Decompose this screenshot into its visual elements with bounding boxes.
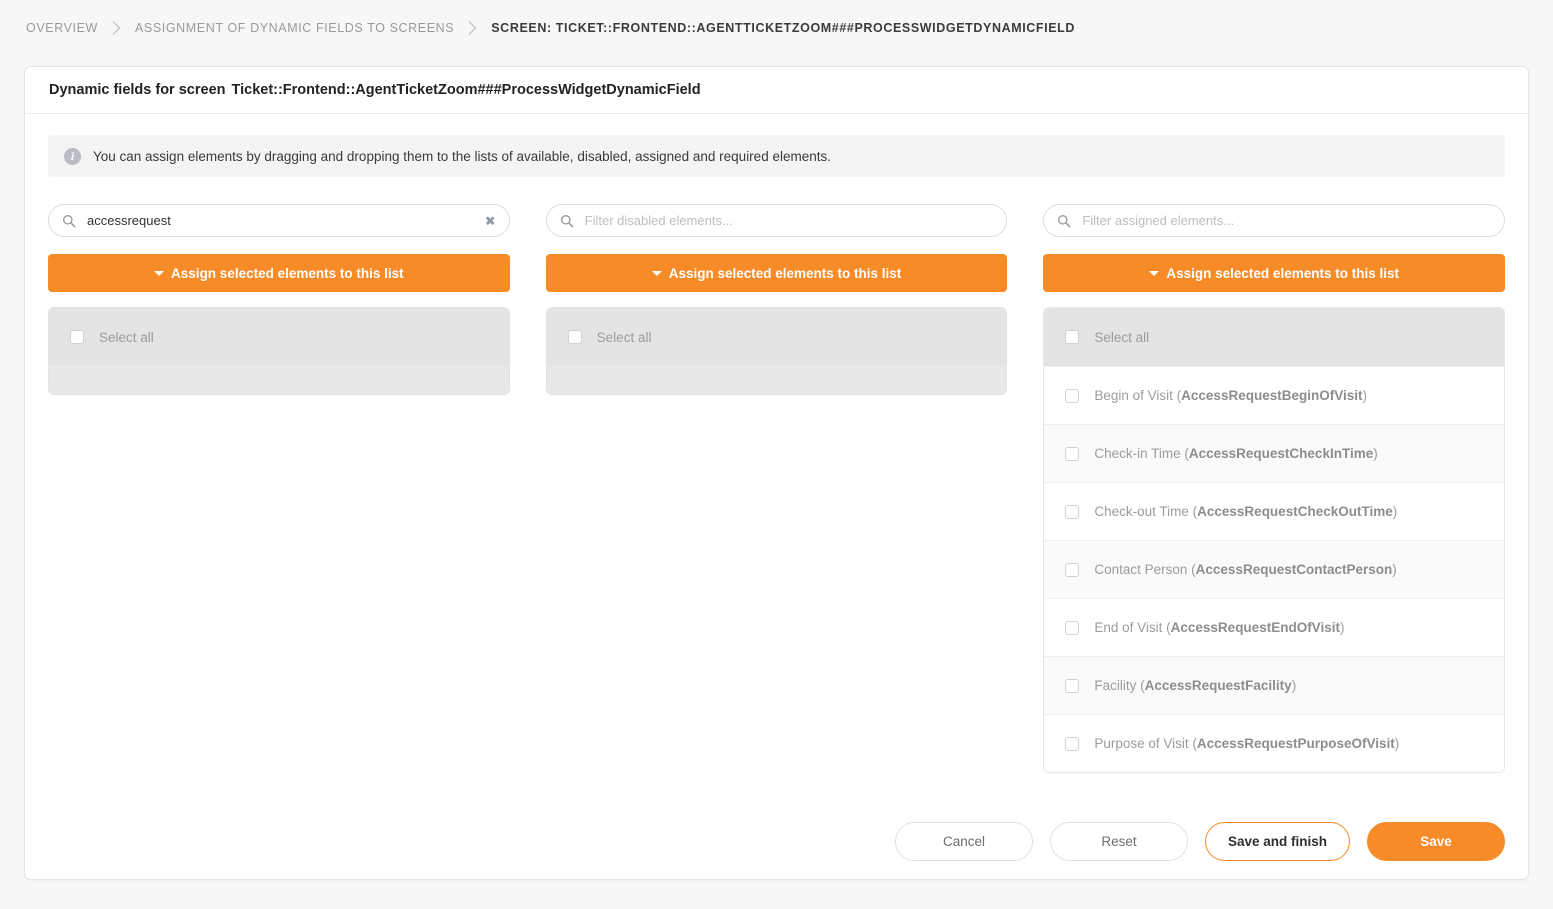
- select-all-checkbox-assigned[interactable]: [1065, 330, 1079, 344]
- list-item-checkbox[interactable]: [1065, 505, 1079, 519]
- list-panel-available: Select all: [48, 307, 510, 395]
- caret-down-icon: [1149, 271, 1159, 276]
- breadcrumb: Overview Assignment of Dynamic Fields to …: [0, 0, 1553, 56]
- card-header: Dynamic fields for screen Ticket::Fronte…: [25, 67, 1528, 114]
- list-item-field-name: AccessRequestCheckOutTime: [1197, 504, 1393, 519]
- list-item-field-name: AccessRequestContactPerson: [1196, 562, 1393, 577]
- empty-list-body-available[interactable]: [49, 366, 509, 394]
- card-header-prefix: Dynamic fields for screen: [49, 82, 226, 98]
- list-item-label: End of Visit (AccessRequestEndOfVisit): [1094, 620, 1344, 635]
- list-panel-assigned: Select all Begin of Visit (AccessRequestB…: [1043, 307, 1505, 773]
- list-item[interactable]: Contact Person (AccessRequestContactPers…: [1044, 540, 1504, 598]
- info-circle-icon: i: [64, 148, 81, 165]
- list-item[interactable]: End of Visit (AccessRequestEndOfVisit): [1044, 598, 1504, 656]
- list-item[interactable]: Check-in Time (AccessRequestCheckInTime): [1044, 424, 1504, 482]
- column-disabled: Assign selected elements to this list Sel…: [546, 204, 1008, 773]
- caret-down-icon: [154, 271, 164, 276]
- list-item-field-name: AccessRequestPurposeOfVisit: [1197, 736, 1395, 751]
- assign-button-label: Assign selected elements to this list: [171, 266, 404, 281]
- reset-button[interactable]: Reset: [1050, 822, 1188, 861]
- info-banner: i You can assign elements by dragging an…: [48, 135, 1505, 177]
- breadcrumb-item-2[interactable]: Assignment of Dynamic Fields to Screens: [135, 21, 454, 35]
- column-available: ✖ Assign selected elements to this list Se…: [48, 204, 510, 773]
- chevron-right-icon: [468, 21, 477, 35]
- breadcrumb-item-1[interactable]: Overview: [26, 21, 98, 35]
- assign-button-label: Assign selected elements to this list: [1166, 266, 1399, 281]
- list-item-title: Purpose of Visit: [1094, 736, 1192, 751]
- list-item-title: Begin of Visit: [1094, 388, 1176, 403]
- select-all-row-assigned[interactable]: Select all: [1044, 308, 1504, 366]
- list-item-checkbox[interactable]: [1065, 679, 1079, 693]
- list-item-field-name: AccessRequestFacility: [1145, 678, 1292, 693]
- list-item[interactable]: Facility (AccessRequestFacility): [1044, 656, 1504, 714]
- list-item-label: Facility (AccessRequestFacility): [1094, 678, 1296, 693]
- select-all-checkbox-disabled[interactable]: [568, 330, 582, 344]
- cancel-button[interactable]: Cancel: [895, 822, 1033, 861]
- list-item-title: Contact Person: [1094, 562, 1191, 577]
- filter-input-disabled[interactable]: [546, 204, 1008, 237]
- list-item-checkbox[interactable]: [1065, 447, 1079, 461]
- list-item-field-name: AccessRequestBeginOfVisit: [1181, 388, 1362, 403]
- filter-assigned: [1043, 204, 1505, 237]
- select-all-label: Select all: [99, 330, 154, 345]
- select-all-checkbox-available[interactable]: [70, 330, 84, 344]
- list-item-checkbox[interactable]: [1065, 563, 1079, 577]
- list-item-label: Purpose of Visit (AccessRequestPurposeOf…: [1094, 736, 1399, 751]
- list-item-title: End of Visit: [1094, 620, 1166, 635]
- column-assigned: Assign selected elements to this list Sel…: [1043, 204, 1505, 773]
- save-and-finish-button[interactable]: Save and finish: [1205, 822, 1350, 861]
- select-all-label: Select all: [597, 330, 652, 345]
- assign-button-disabled[interactable]: Assign selected elements to this list: [546, 254, 1008, 292]
- list-item-title: Check-in Time: [1094, 446, 1184, 461]
- list-item-label: Check-out Time (AccessRequestCheckOutTim…: [1094, 504, 1397, 519]
- list-item-checkbox[interactable]: [1065, 737, 1079, 751]
- list-item-title: Check-out Time: [1094, 504, 1192, 519]
- assign-button-assigned[interactable]: Assign selected elements to this list: [1043, 254, 1505, 292]
- assignment-columns: ✖ Assign selected elements to this list Se…: [48, 204, 1505, 773]
- list-item-label: Contact Person (AccessRequestContactPers…: [1094, 562, 1396, 577]
- chevron-right-icon: [112, 21, 121, 35]
- list-item[interactable]: Purpose of Visit (AccessRequestPurposeOf…: [1044, 714, 1504, 772]
- list-item[interactable]: Begin of Visit (AccessRequestBeginOfVisi…: [1044, 366, 1504, 424]
- list-item-field-name: AccessRequestCheckInTime: [1189, 446, 1373, 461]
- filter-input-assigned[interactable]: [1043, 204, 1505, 237]
- list-item-field-name: AccessRequestEndOfVisit: [1171, 620, 1340, 635]
- list-panel-disabled: Select all: [546, 307, 1008, 395]
- filter-disabled: [546, 204, 1008, 237]
- list-item-checkbox[interactable]: [1065, 621, 1079, 635]
- assign-button-available[interactable]: Assign selected elements to this list: [48, 254, 510, 292]
- select-all-label: Select all: [1094, 330, 1149, 345]
- list-item-label: Check-in Time (AccessRequestCheckInTime): [1094, 446, 1377, 461]
- list-item-label: Begin of Visit (AccessRequestBeginOfVisi…: [1094, 388, 1367, 403]
- list-item[interactable]: Check-out Time (AccessRequestCheckOutTim…: [1044, 482, 1504, 540]
- breadcrumb-item-3: Screen: Ticket::Frontend::AgentTicketZoo…: [491, 21, 1075, 35]
- caret-down-icon: [652, 271, 662, 276]
- clear-filter-icon-available[interactable]: ✖: [485, 214, 496, 227]
- filter-input-available[interactable]: [48, 204, 510, 237]
- empty-list-body-disabled[interactable]: [547, 366, 1007, 394]
- select-all-row-available[interactable]: Select all: [49, 308, 509, 366]
- card-body: i You can assign elements by dragging an…: [25, 114, 1528, 773]
- footer-actions: Cancel Reset Save and finish Save: [895, 822, 1505, 861]
- card-header-screen-name: Ticket::Frontend::AgentTicketZoom###Proc…: [232, 82, 701, 98]
- save-button[interactable]: Save: [1367, 822, 1505, 861]
- filter-available: ✖: [48, 204, 510, 237]
- assign-button-label: Assign selected elements to this list: [669, 266, 902, 281]
- list-item-title: Facility: [1094, 678, 1140, 693]
- list-item-checkbox[interactable]: [1065, 389, 1079, 403]
- dynamic-fields-card: Dynamic fields for screen Ticket::Fronte…: [24, 66, 1529, 880]
- select-all-row-disabled[interactable]: Select all: [547, 308, 1007, 366]
- info-banner-text: You can assign elements by dragging and …: [93, 149, 831, 164]
